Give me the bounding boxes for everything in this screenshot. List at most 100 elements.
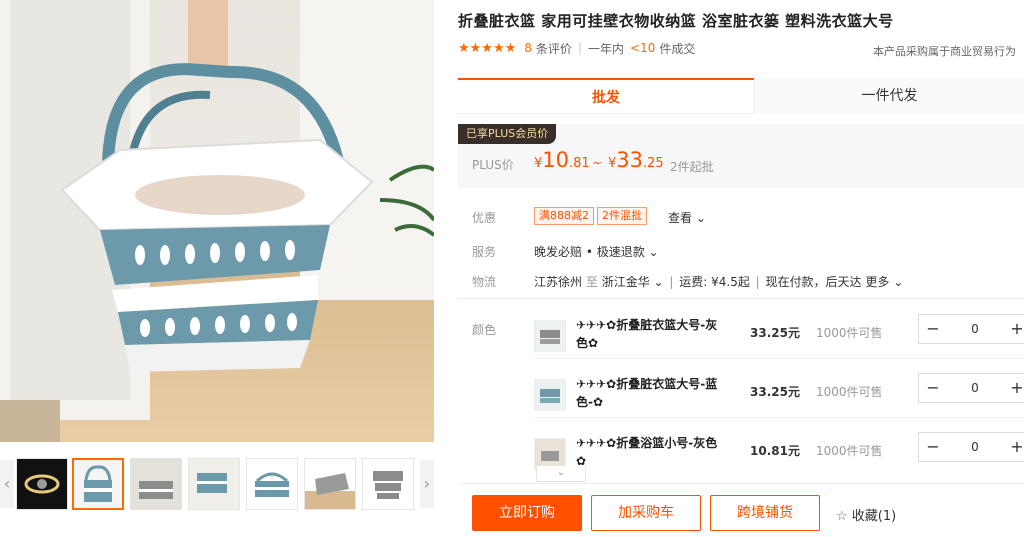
- sku-row-1: ✈✈✈✿折叠脏衣篮大号-灰色✿ 33.25元 1000件可售 − 0 +: [534, 314, 1024, 370]
- price-range-tilde: ~: [592, 156, 603, 170]
- quantity-input-2[interactable]: 0: [947, 374, 1003, 402]
- expand-sku-list-button[interactable]: ⌄: [536, 466, 586, 482]
- sku-row-2: ✈✈✈✿折叠脏衣篮大号-蓝色-✿ 33.25元 1000件可售 − 0 +: [534, 373, 1024, 429]
- thumbnail-1[interactable]: [16, 458, 68, 510]
- sku-price-3: 10.81元: [750, 444, 800, 458]
- purchase-mode-tabs: 批发 一件代发: [458, 78, 1024, 114]
- quantity-input-3[interactable]: 0: [947, 433, 1003, 461]
- thumbnail-1-image: [24, 474, 60, 494]
- price-high-decimal: .25: [643, 156, 664, 171]
- cross-border-button[interactable]: 跨境铺货: [710, 495, 820, 531]
- star-outline-icon: ☆: [836, 509, 848, 524]
- sku-price-2: 33.25元: [750, 385, 800, 399]
- sku-divider: [534, 417, 1024, 418]
- quantity-decrease-button-1[interactable]: −: [919, 315, 947, 343]
- service-label: 服务: [472, 245, 497, 259]
- sku-price-1: 33.25元: [750, 326, 800, 340]
- price-box: 已享PLUS会员价 PLUS价 ¥10.81 ~ ¥33.25 2件起批: [458, 124, 1024, 188]
- thumbnail-7-image: [373, 471, 403, 499]
- collect-label: 收藏(1): [851, 509, 897, 524]
- thumbnail-6-image: [305, 473, 355, 509]
- sales-count: <10: [630, 41, 656, 55]
- quantity-stepper-1: − 0 +: [918, 314, 1024, 344]
- logistics-divider: |: [669, 275, 674, 289]
- thumbnail-7[interactable]: [362, 458, 414, 510]
- quantity-increase-button-3[interactable]: +: [1003, 433, 1024, 461]
- sku-stock-3: 1000件可售: [816, 444, 883, 458]
- rating-divider: |: [577, 41, 582, 55]
- thumbnail-5[interactable]: [246, 458, 298, 510]
- price-high-integer: 33: [616, 148, 644, 172]
- quantity-stepper-3: − 0 +: [918, 432, 1024, 462]
- sku-stock-2: 1000件可售: [816, 385, 883, 399]
- sku-divider: [534, 358, 1024, 359]
- section-divider: [458, 298, 1024, 299]
- quantity-stepper-2: − 0 +: [918, 373, 1024, 403]
- sales-period: 一年内: [587, 41, 624, 56]
- freight-cost: 运费: ¥4.5起: [679, 275, 750, 289]
- coupon-badge-2[interactable]: 2件混批: [597, 207, 647, 225]
- quantity-increase-button-2[interactable]: +: [1003, 374, 1024, 402]
- quantity-decrease-button-2[interactable]: −: [919, 374, 947, 402]
- price-low: ¥10.81: [534, 148, 590, 172]
- thumbnail-strip: ‹ ›: [0, 456, 434, 512]
- logistics-to-select[interactable]: 浙江金华 ⌄: [602, 275, 664, 289]
- quantity-increase-button-1[interactable]: +: [1003, 315, 1024, 343]
- freight-divider: |: [755, 275, 760, 289]
- service-value[interactable]: 晚发必赔 • 极速退款 ⌄: [534, 243, 659, 260]
- delivery-estimate: 现在付款，后天达: [765, 275, 862, 289]
- plus-member-badge: 已享PLUS会员价: [458, 124, 557, 144]
- sku-name-3: ✈✈✈✿折叠浴篮小号-灰色✿: [576, 436, 718, 468]
- thumbnail-2-image: [84, 465, 112, 502]
- product-main-image[interactable]: [0, 0, 434, 442]
- review-suffix: 条评价: [535, 41, 572, 56]
- section-divider: [458, 483, 1024, 484]
- trade-note: 本产品采购属于商业贸易行为: [873, 45, 1016, 58]
- rating-row: ★★★★★ 8 条评价 | 一年内 <10 件成交: [458, 40, 695, 56]
- sku-stock-1: 1000件可售: [816, 326, 883, 340]
- sku-thumbnail-1[interactable]: [534, 320, 566, 352]
- rating-stars-icon: ★★★★★: [458, 40, 517, 56]
- price-high: ¥33.25: [608, 148, 664, 172]
- basket-illustration: [0, 0, 434, 442]
- thumbnail-next-button[interactable]: ›: [420, 460, 434, 508]
- add-to-cart-button[interactable]: 加采购车: [591, 495, 701, 531]
- thumbnail-4[interactable]: [188, 458, 240, 510]
- sku-thumbnail-1-image: [540, 330, 560, 344]
- thumbnail-prev-button[interactable]: ‹: [0, 460, 14, 508]
- thumbnail-4-image: [189, 459, 239, 509]
- product-title: 折叠脏衣篮 家用可挂壁衣物收纳篮 浴室脏衣篓 塑料洗衣篮大号: [458, 12, 894, 30]
- tab-dropship[interactable]: 一件代发: [754, 78, 1024, 114]
- quantity-input-1[interactable]: 0: [947, 315, 1003, 343]
- sales-suffix: 件成交: [659, 41, 696, 56]
- logistics-to-word: 至: [585, 275, 598, 289]
- review-count[interactable]: 8: [524, 41, 532, 55]
- tab-wholesale[interactable]: 批发: [458, 78, 754, 114]
- sku-name-1: ✈✈✈✿折叠脏衣篮大号-灰色✿: [576, 318, 718, 350]
- thumbnail-5-image: [255, 472, 289, 497]
- logistics-more-link[interactable]: 更多 ⌄: [865, 275, 903, 289]
- coupon-badge-1[interactable]: 满888减2: [534, 207, 594, 225]
- buy-now-button[interactable]: 立即订购: [472, 495, 582, 531]
- thumbnail-6[interactable]: [304, 458, 356, 510]
- price-low-decimal: .81: [569, 156, 590, 171]
- price-low-integer: 10: [542, 148, 570, 172]
- collect-button[interactable]: ☆ 收藏(1): [836, 505, 896, 524]
- thumbnail-3[interactable]: [130, 458, 182, 510]
- minimum-order: 2件起批: [670, 160, 714, 174]
- plus-price-label: PLUS价: [472, 158, 514, 172]
- sku-thumbnail-3-image: [535, 439, 565, 469]
- discount-label: 优惠: [472, 211, 497, 225]
- sku-color-label: 颜色: [472, 323, 497, 337]
- thumbnail-2[interactable]: [72, 458, 124, 510]
- quantity-decrease-button-3[interactable]: −: [919, 433, 947, 461]
- logistics-from: 江苏徐州: [534, 275, 583, 289]
- sku-name-2: ✈✈✈✿折叠脏衣篮大号-蓝色-✿: [576, 377, 718, 409]
- logistics-label: 物流: [472, 275, 497, 289]
- sku-row-3: ✈✈✈✿折叠浴篮小号-灰色✿ 10.81元 1000件可售 − 0 +: [534, 432, 1024, 488]
- thumbnail-3-image: [131, 459, 181, 509]
- view-coupons-link[interactable]: 查看 ⌄: [668, 209, 706, 226]
- sku-thumbnail-2-image: [540, 389, 560, 403]
- logistics-route: 江苏徐州 至 浙江金华 ⌄ | 运费: ¥4.5起 | 现在付款，后天达 更多 …: [534, 273, 903, 290]
- sku-thumbnail-2[interactable]: [534, 379, 566, 411]
